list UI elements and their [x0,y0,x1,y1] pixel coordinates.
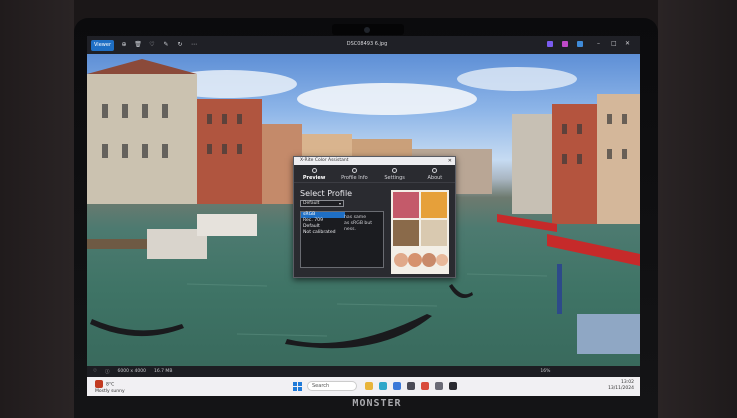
info-icon[interactable] [577,41,583,47]
favorite-status-icon[interactable]: ♡ [93,369,97,374]
chrome-icon[interactable] [421,382,429,390]
zoom-icon[interactable]: ⊕ [120,41,128,49]
info-icon [351,168,357,173]
tab-preview[interactable]: Preview [294,165,334,182]
zoom-level[interactable]: 16% [540,369,550,374]
weather-widget[interactable]: 8°C Mostly sunny [95,380,125,395]
taskbar-search[interactable]: Search [307,381,357,391]
dialog-title: X-Rite Color Assistant [300,158,349,163]
start-button[interactable] [293,382,302,391]
maximize-button[interactable]: □ [611,40,617,47]
copilot-icon[interactable] [547,41,553,47]
profile-dropdown[interactable]: Default [300,200,344,207]
share-icon[interactable] [562,41,568,47]
favorite-icon[interactable]: ♡ [148,41,156,49]
file-size: 16.7 MB [153,369,173,374]
settings-app-icon[interactable] [435,382,443,390]
dialog-close-icon[interactable]: ✕ [448,157,452,165]
terminal-icon[interactable] [449,382,457,390]
more-icon[interactable]: ⋯ [190,41,198,49]
photos-titlebar: Viewer ⊕ 🗑 ♡ ✎ ↻ ⋯ DSC08493 6.jpg – □ ✕ [87,36,640,54]
file-name: DSC08493 6.jpg [346,41,388,47]
photos-icon[interactable] [393,382,401,390]
color-assistant-dialog: X-Rite Color Assistant ✕ Preview Profile… [293,156,456,278]
image-dimensions: 6000 x 4000 [117,369,146,374]
info-status-icon[interactable]: ⓘ [105,369,110,375]
close-button[interactable]: ✕ [625,40,630,47]
tab-about[interactable]: About [415,165,455,182]
delete-icon[interactable]: 🗑 [134,41,142,49]
profile-option-not-calibrated[interactable]: Not calibrated [301,230,345,236]
system-clock[interactable]: 13:02 13/11/2024 [608,380,634,392]
select-profile-heading: Select Profile [300,189,353,198]
rotate-icon[interactable]: ↻ [176,41,184,49]
tab-settings[interactable]: Settings [375,165,415,182]
edge-icon[interactable] [379,382,387,390]
about-icon [432,168,438,173]
file-explorer-icon[interactable] [365,382,373,390]
dialog-tabs: Preview Profile Info Settings About [294,165,455,183]
webcam-module [332,24,404,35]
background-right [658,0,737,418]
profile-description: has same as sRGB but ness. [344,215,373,232]
dialog-titlebar: X-Rite Color Assistant ✕ [294,157,455,165]
settings-icon [392,168,398,173]
preview-thumbnail [391,190,449,274]
photos-statusbar: ♡ ⓘ 6000 x 4000 16.7 MB 16% [87,366,640,377]
viewer-button[interactable]: Viewer [91,39,114,51]
tab-profile-info[interactable]: Profile Info [334,165,374,182]
preview-icon [311,168,317,173]
store-icon[interactable] [407,382,415,390]
preview-collage-image [393,192,448,267]
laptop-brand-logo: MONSTER [352,398,402,409]
windows-taskbar: 8°C Mostly sunny Search 13:02 13/11/2024 [87,377,640,396]
minimize-button[interactable]: – [597,40,600,47]
weather-icon [95,380,103,388]
edit-icon[interactable]: ✎ [162,41,170,49]
laptop-screen: Viewer ⊕ 🗑 ♡ ✎ ↻ ⋯ DSC08493 6.jpg – □ ✕ [87,36,640,396]
background-left [0,0,74,418]
